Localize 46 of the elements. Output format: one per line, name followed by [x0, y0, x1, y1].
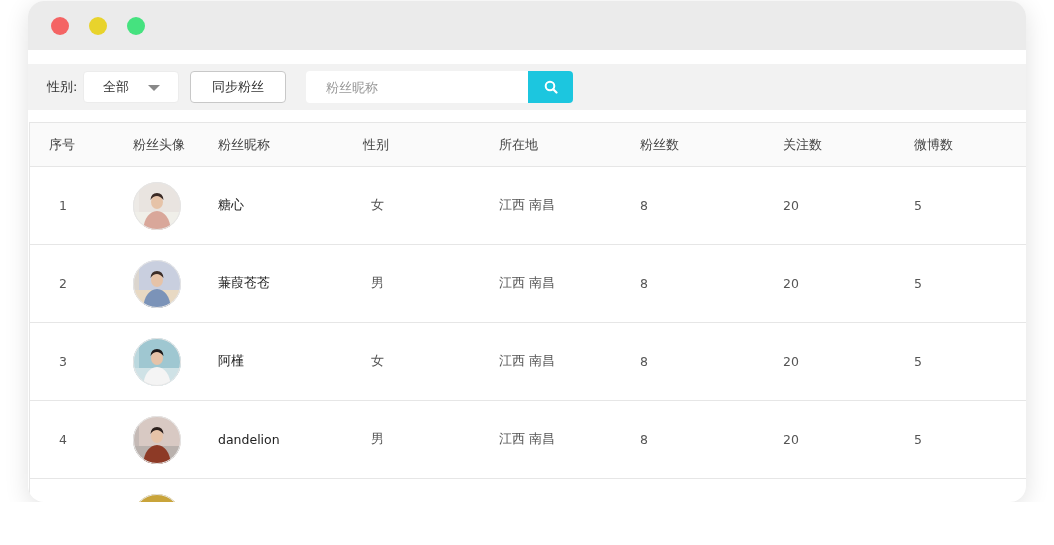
table-cell: 糖心 — [218, 197, 244, 214]
table-cell: 20 — [783, 198, 799, 213]
table-cell: 8 — [640, 276, 648, 291]
table-cell: dandelion — [218, 432, 280, 447]
header-cell: 粉丝昵称 — [218, 135, 270, 154]
table-cell: 5 — [914, 276, 922, 291]
table-cell-text: 2 — [58, 276, 68, 291]
minimize-button[interactable] — [89, 16, 107, 35]
table-cell: 20 — [783, 354, 799, 369]
search-button[interactable] — [528, 71, 574, 103]
header-cell: 所在地 — [499, 135, 538, 154]
table-cell-text: 女 — [369, 353, 385, 370]
table-cell-text: 女 — [369, 197, 385, 214]
table-cell: 江西 南昌 — [499, 275, 555, 292]
table-cell: 江西 南昌 — [499, 197, 555, 214]
search-icon — [543, 80, 558, 94]
header-cell: 粉丝数 — [640, 135, 679, 154]
table-cell: 20 — [783, 432, 799, 447]
search-field[interactable]: 粉丝昵称 — [306, 71, 529, 103]
header-cell: 性别 — [363, 135, 389, 154]
gender-select[interactable]: 全部 — [83, 71, 180, 103]
header-cell: 序号 — [49, 135, 75, 154]
table-cell: 20 — [783, 276, 799, 291]
table-cell: 5 — [914, 198, 922, 213]
header-cell: 微博数 — [914, 135, 953, 154]
table-cell: 8 — [640, 198, 648, 213]
table-cell: 8 — [640, 354, 648, 369]
header-cell: 关注数 — [783, 135, 822, 154]
table-cell: 5 — [914, 354, 922, 369]
header-cell: 粉丝头像 — [133, 135, 185, 154]
table-cell-text: 1 — [58, 198, 68, 213]
table-cell-text: 男 — [369, 431, 385, 448]
sync-button[interactable]: 同步粉丝 — [190, 71, 287, 103]
gender-label: 性别: — [47, 78, 78, 96]
table-cell-text: 3 — [58, 354, 68, 369]
table-cell: 阿槿 — [218, 353, 244, 370]
table-cell: 江西 南昌 — [499, 353, 555, 370]
table-cell: 8 — [640, 432, 648, 447]
close-button[interactable] — [51, 16, 69, 35]
table-cell: 蒹葭苍苍 — [218, 275, 270, 292]
caret-icon — [148, 85, 161, 91]
table-cell-text: 4 — [58, 432, 68, 447]
table-cell: 江西 南昌 — [499, 431, 555, 448]
maximize-button[interactable] — [127, 16, 145, 35]
table-cell-text: 男 — [369, 275, 385, 292]
table-cell: 5 — [914, 432, 922, 447]
